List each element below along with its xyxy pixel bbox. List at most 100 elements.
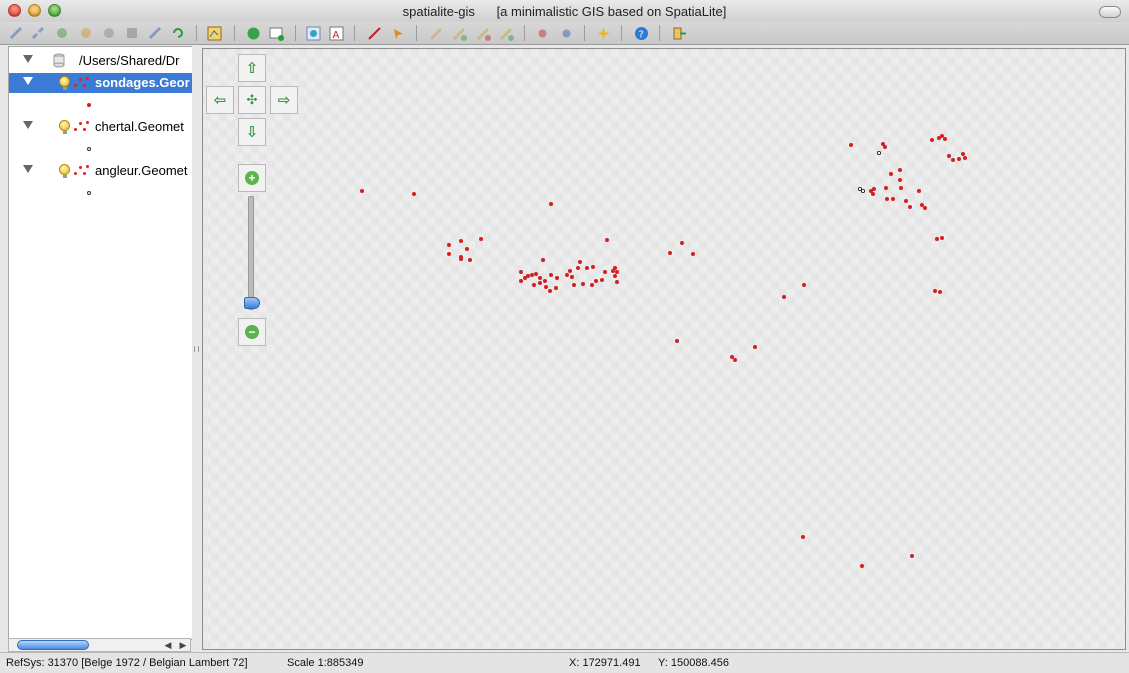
map-point: [943, 137, 947, 141]
zoom-extent-icon[interactable]: [305, 25, 321, 41]
map-point: [412, 192, 416, 196]
edit-delete-icon[interactable]: [475, 25, 491, 41]
tree-horizontal-scrollbar[interactable]: ◀ ▶: [8, 638, 191, 652]
map-point: [957, 157, 961, 161]
visibility-bulb-icon[interactable]: [59, 164, 70, 178]
disconnect-icon[interactable]: [30, 25, 46, 41]
measure-icon[interactable]: [366, 25, 382, 41]
database-icon: [53, 53, 65, 68]
vector-icon[interactable]: [101, 25, 117, 41]
visibility-bulb-icon[interactable]: [59, 120, 70, 134]
map-point: [885, 197, 889, 201]
map-point: [572, 283, 576, 287]
map-point-white: [877, 151, 882, 156]
map-point: [526, 274, 530, 278]
tree-layer-label: sondages.Geor: [95, 75, 190, 90]
label-icon[interactable]: A: [328, 25, 344, 41]
undo-icon[interactable]: [534, 25, 550, 41]
layer-symbol-swatch: [87, 147, 91, 151]
refresh-icon[interactable]: [170, 25, 186, 41]
scroll-right-arrow-icon[interactable]: ▶: [176, 639, 190, 651]
map-config-icon[interactable]: [206, 25, 222, 41]
map-point: [920, 203, 924, 207]
toolbar-toggle-button[interactable]: [1099, 6, 1121, 18]
help-icon[interactable]: ?: [633, 25, 649, 41]
map-point: [951, 158, 955, 162]
map-point: [459, 255, 463, 259]
map-point: [532, 283, 536, 287]
tree-layer-item[interactable]: chertal.Geomet: [9, 117, 192, 137]
svg-text:?: ?: [638, 29, 643, 40]
highlight-icon[interactable]: [595, 25, 611, 41]
map-point: [591, 265, 595, 269]
table-icon[interactable]: [268, 25, 284, 41]
edit-icon[interactable]: [428, 25, 444, 41]
map-point: [565, 273, 569, 277]
map-point: [753, 345, 757, 349]
tree-layer-item[interactable]: sondages.Geor: [9, 73, 192, 93]
zoom-in-button[interactable]: +: [238, 164, 266, 192]
map-point: [459, 239, 463, 243]
map-point: [938, 290, 942, 294]
map-point: [935, 237, 939, 241]
map-point: [548, 289, 552, 293]
zoom-in-icon: +: [245, 171, 259, 185]
zoom-full-extent-button[interactable]: ✣: [238, 86, 266, 114]
map-point: [581, 282, 585, 286]
map-point: [898, 168, 902, 172]
map-point: [691, 252, 695, 256]
map-point: [585, 266, 589, 270]
map-point: [802, 283, 806, 287]
map-point: [613, 274, 617, 278]
map-point: [447, 243, 451, 247]
identify-icon[interactable]: [245, 25, 261, 41]
edit-add-icon[interactable]: [451, 25, 467, 41]
layer-remove-icon[interactable]: [78, 25, 94, 41]
scrollbar-thumb[interactable]: [17, 640, 89, 650]
layer-symbol-swatch: [87, 191, 91, 195]
pan-right-button[interactable]: ⇨: [270, 86, 298, 114]
layer-add-icon[interactable]: [54, 25, 70, 41]
visibility-bulb-icon[interactable]: [59, 76, 70, 90]
tree-root-item[interactable]: /Users/Shared/Dr: [9, 51, 192, 71]
edit-move-icon[interactable]: [498, 25, 514, 41]
main-toolbar: A ?: [0, 22, 1129, 45]
tree-layer-item[interactable]: angleur.Geomet: [9, 161, 192, 181]
tree-layer-label: chertal.Geomet: [95, 119, 184, 134]
map-point: [555, 276, 559, 280]
map-point: [884, 186, 888, 190]
refsys-readout: RefSys: 31370 [Belge 1972 / Belgian Lamb…: [6, 657, 248, 669]
map-point: [615, 280, 619, 284]
pan-up-button[interactable]: ⇧: [238, 54, 266, 82]
zoom-slider-thumb[interactable]: [244, 296, 260, 309]
pan-left-button[interactable]: ⇦: [206, 86, 234, 114]
map-point: [899, 186, 903, 190]
raster-icon[interactable]: [124, 25, 140, 41]
map-point: [479, 237, 483, 241]
exit-icon[interactable]: [671, 25, 687, 41]
select-icon[interactable]: [390, 25, 406, 41]
layer-tree[interactable]: /Users/Shared/Dr sondages.Geor chertal.G…: [8, 46, 193, 640]
redo-icon[interactable]: [558, 25, 574, 41]
map-point: [733, 358, 737, 362]
map-point: [675, 339, 679, 343]
zoom-slider[interactable]: [248, 196, 254, 310]
map-point: [730, 355, 734, 359]
connect-icon[interactable]: [8, 25, 24, 41]
map-point: [908, 205, 912, 209]
srid-icon[interactable]: [147, 25, 163, 41]
map-point: [544, 285, 548, 289]
panel-splitter[interactable]: [192, 46, 200, 652]
pan-down-button[interactable]: ⇩: [238, 118, 266, 146]
map-point: [590, 283, 594, 287]
map-point: [465, 247, 469, 251]
scroll-left-arrow-icon[interactable]: ◀: [161, 639, 175, 651]
map-point: [447, 252, 451, 256]
map-canvas[interactable]: ⇧ ⇦ ✣ ⇨ ⇩ + −: [202, 48, 1126, 650]
map-point: [615, 270, 619, 274]
map-point: [937, 136, 941, 140]
map-point: [549, 202, 553, 206]
map-point: [568, 269, 572, 273]
status-bar: RefSys: 31370 [Belge 1972 / Belgian Lamb…: [0, 652, 1129, 673]
zoom-out-button[interactable]: −: [238, 318, 266, 346]
